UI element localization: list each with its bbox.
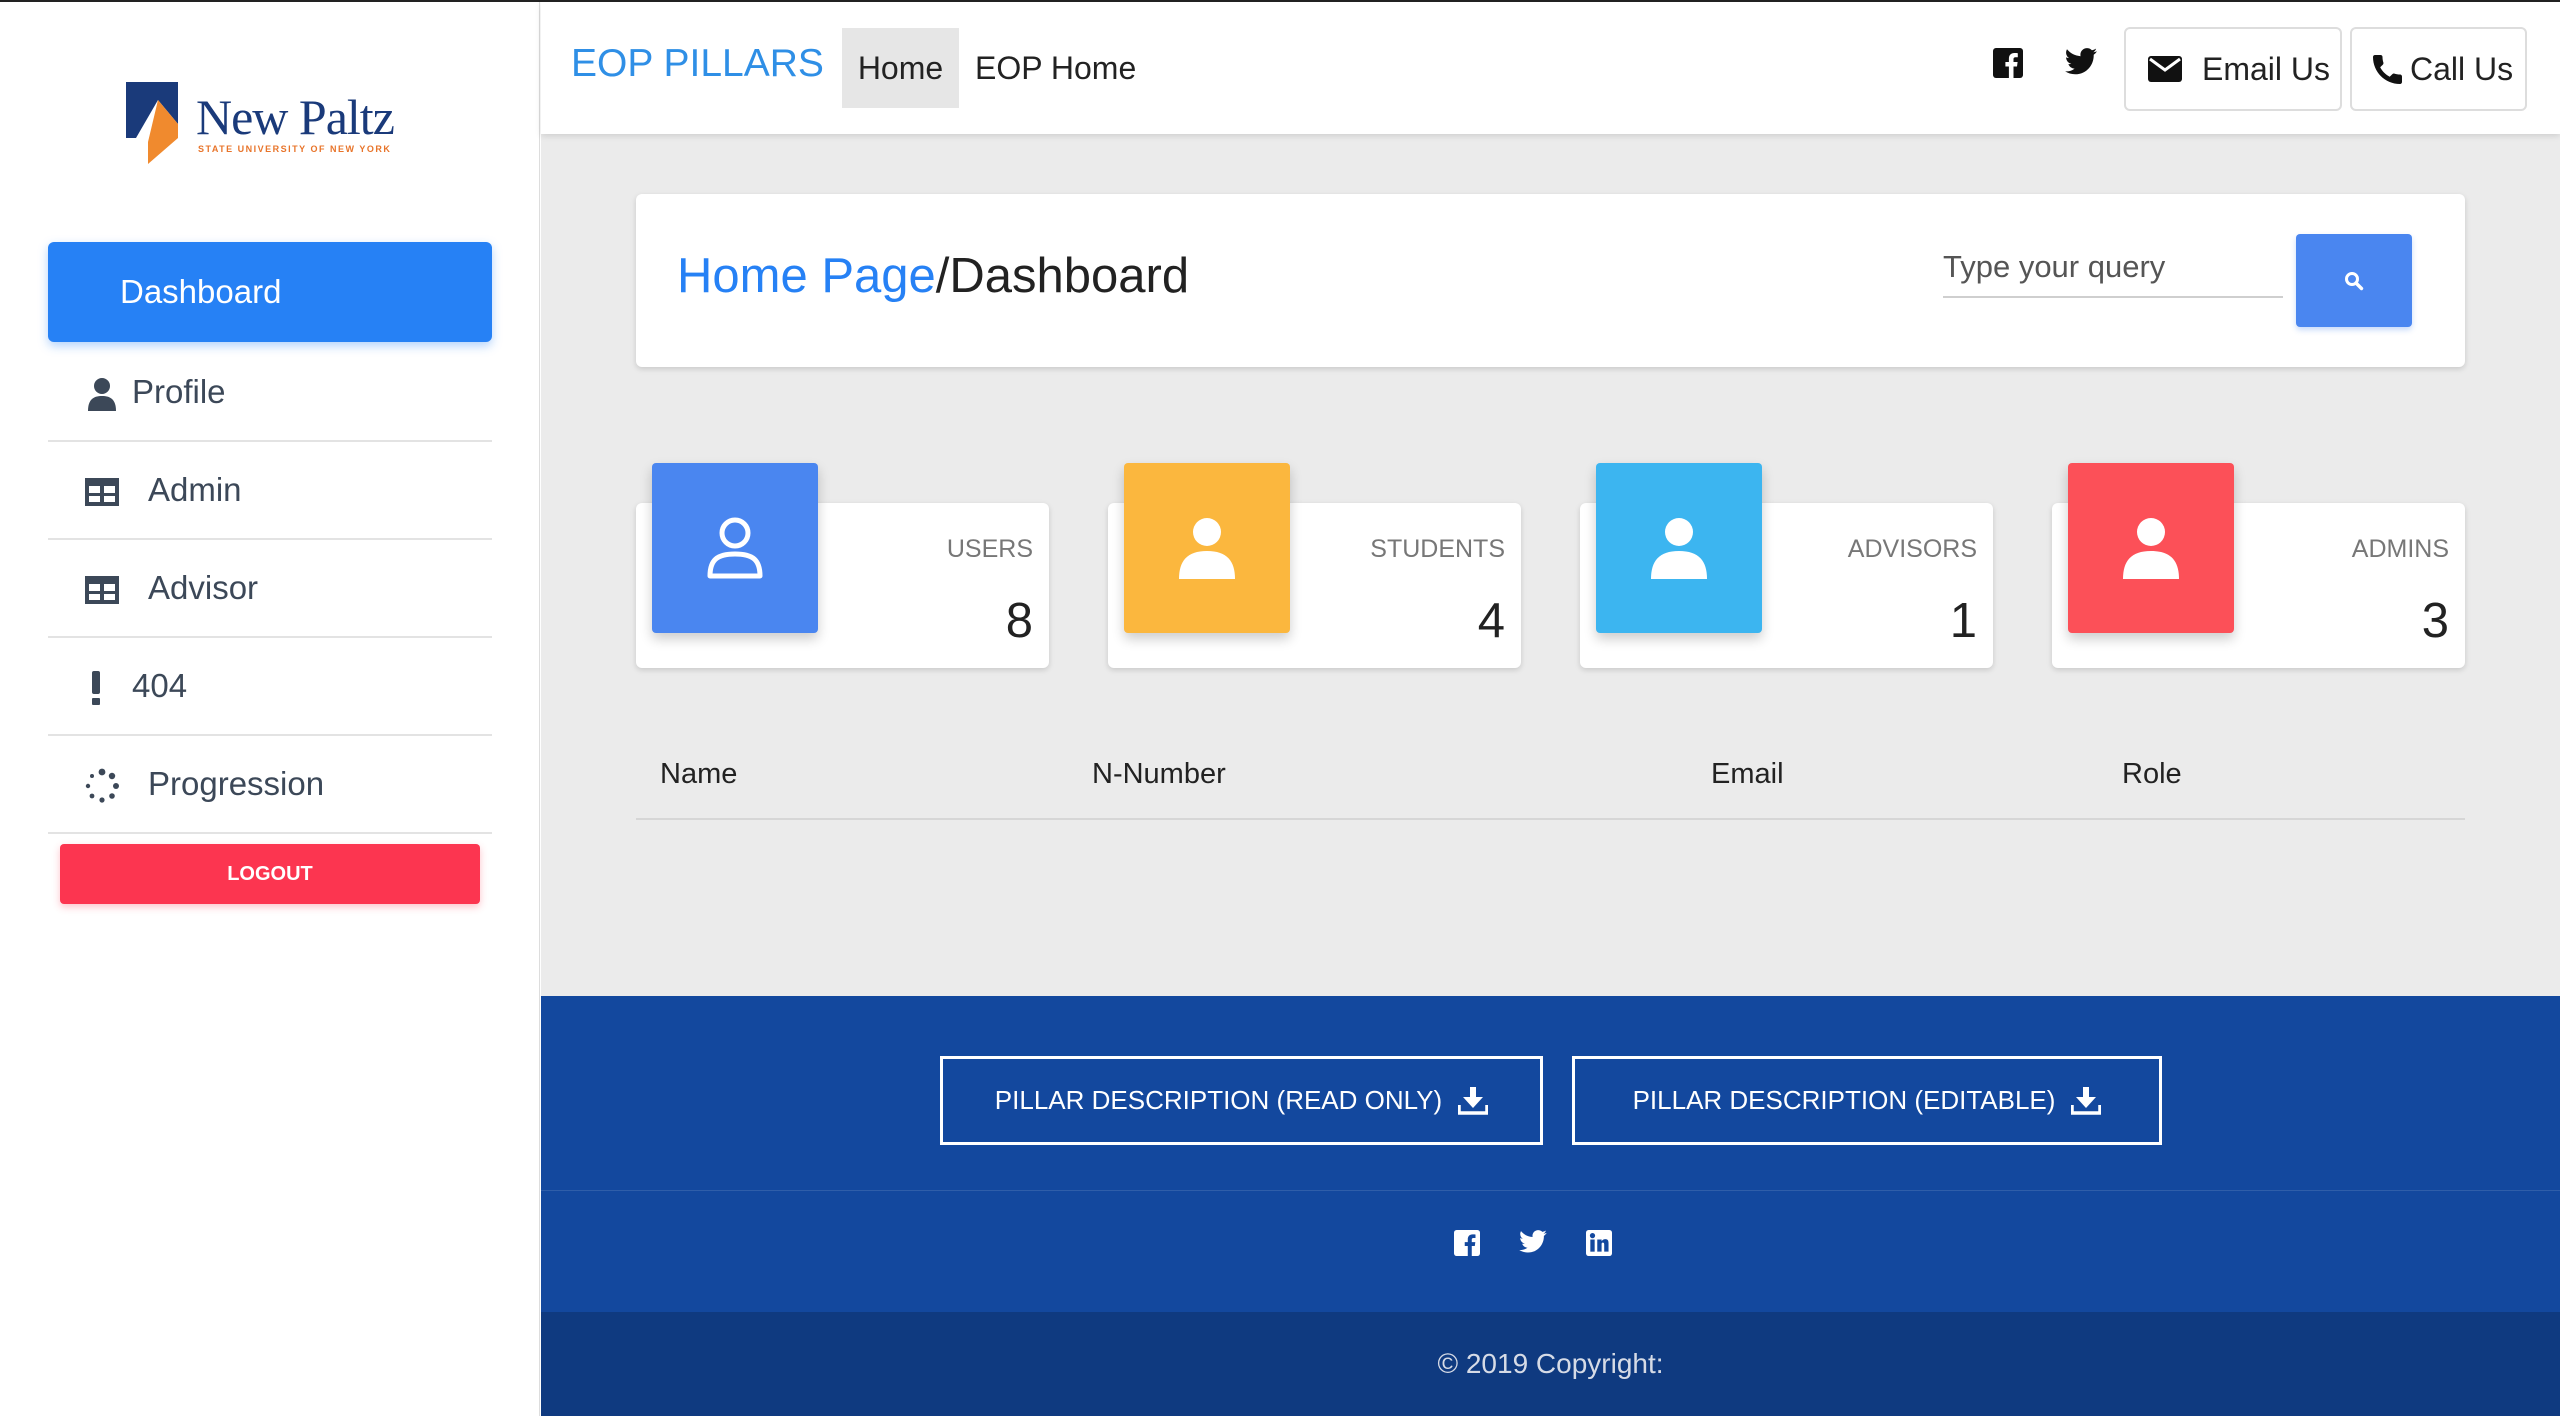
- button-label: PILLAR DESCRIPTION (EDITABLE): [1632, 1085, 2056, 1115]
- stat-label: USERS: [946, 535, 1033, 563]
- twitter-icon[interactable]: [1519, 1230, 1547, 1258]
- person-icon: [84, 376, 120, 412]
- breadcrumb: Home Page/Dashboard: [677, 248, 1189, 304]
- sidebar-item-404[interactable]: 404: [48, 638, 492, 736]
- stat-card-users[interactable]: USERS 8: [636, 463, 1049, 668]
- stat-tile-students: [1124, 463, 1290, 633]
- stat-label: ADVISORS: [1847, 535, 1977, 563]
- column-header-n-number[interactable]: N-Number: [1092, 758, 1226, 791]
- button-label: PILLAR DESCRIPTION (READ ONLY): [994, 1085, 1443, 1115]
- sidebar-item-dashboard[interactable]: Dashboard: [48, 242, 492, 342]
- logo-mark-icon: [126, 82, 178, 164]
- sidebar-item-profile[interactable]: Profile: [48, 344, 492, 442]
- footer-divider: [541, 1190, 2560, 1191]
- pillar-description-readonly-button[interactable]: PILLAR DESCRIPTION (READ ONLY): [940, 1056, 1543, 1145]
- column-header-role[interactable]: Role: [2122, 758, 2182, 791]
- download-icon: [1458, 1086, 1489, 1115]
- stat-card-admins[interactable]: ADMINS 3: [2052, 463, 2465, 668]
- facebook-icon[interactable]: [1454, 1230, 1482, 1258]
- search-icon: [2345, 271, 2364, 290]
- stat-tile-admins: [2068, 463, 2234, 633]
- stat-card-advisors[interactable]: ADVISORS 1: [1580, 463, 1993, 668]
- stat-value: 8: [1005, 594, 1033, 648]
- users-table-header: Name N-Number Email Role: [636, 730, 2465, 820]
- download-icon: [2071, 1086, 2102, 1115]
- tab-home[interactable]: Home: [842, 28, 959, 108]
- stat-card-students[interactable]: STUDENTS 4: [1108, 463, 1521, 668]
- call-us-button[interactable]: Call Us: [2350, 27, 2527, 111]
- footer: PILLAR DESCRIPTION (READ ONLY) PILLAR DE…: [541, 996, 2560, 1416]
- stat-label: ADMINS: [2351, 535, 2449, 563]
- column-header-name[interactable]: Name: [660, 758, 737, 791]
- phone-icon: [2373, 55, 2402, 84]
- user-icon: [1179, 518, 1235, 579]
- copyright-text: © 2019 Copyright:: [1437, 1348, 1664, 1379]
- envelope-icon: [2148, 56, 2182, 82]
- search-input[interactable]: [1943, 238, 2283, 298]
- sidebar-item-label: Profile: [132, 373, 226, 410]
- spinner-icon: [84, 768, 120, 804]
- sidebar-item-advisor[interactable]: Advisor: [48, 540, 492, 638]
- breadcrumb-home-link[interactable]: Home Page: [677, 249, 936, 303]
- tab-eop-home[interactable]: EOP Home: [975, 28, 1136, 108]
- sidebar-item-label: Admin: [148, 471, 242, 508]
- stat-value: 1: [1949, 594, 1977, 648]
- sidebar-item-progression[interactable]: Progression: [48, 736, 492, 834]
- stat-tile-users: [652, 463, 818, 633]
- stat-tile-advisors: [1596, 463, 1762, 633]
- table-icon: [84, 474, 120, 510]
- table-icon: [84, 572, 120, 608]
- email-us-label: Email Us: [2202, 50, 2331, 87]
- sidebar-item-label: Dashboard: [120, 273, 282, 310]
- email-us-button[interactable]: Email Us: [2124, 27, 2342, 111]
- footer-copyright-bar: © 2019 Copyright:: [541, 1312, 2560, 1416]
- linkedin-icon[interactable]: [1586, 1230, 1614, 1258]
- logout-button[interactable]: LOGOUT: [60, 844, 480, 904]
- call-us-label: Call Us: [2410, 50, 2514, 87]
- main-content: Home Page/Dashboard USERS 8 STUDENTS 4 A…: [541, 134, 2560, 996]
- user-outline-icon: [707, 517, 763, 579]
- search-button[interactable]: [2296, 234, 2412, 327]
- page-header-card: Home Page/Dashboard: [636, 194, 2465, 367]
- user-icon: [1651, 518, 1707, 579]
- stat-label: STUDENTS: [1370, 535, 1505, 563]
- column-header-email[interactable]: Email: [1711, 758, 1784, 791]
- brand-title[interactable]: EOP PILLARS: [571, 42, 824, 86]
- sidebar-item-label: Advisor: [148, 569, 259, 606]
- breadcrumb-current: /Dashboard: [935, 249, 1190, 303]
- sidebar-item-admin[interactable]: Admin: [48, 442, 492, 540]
- new-paltz-logo[interactable]: New Paltz STATE UNIVERSITY OF NEW YORK: [126, 82, 416, 164]
- top-navbar: EOP PILLARS Home EOP Home Email Us Call …: [541, 2, 2560, 134]
- stat-value: 3: [2421, 594, 2449, 648]
- logo-subtext: STATE UNIVERSITY OF NEW YORK: [198, 144, 392, 154]
- facebook-icon[interactable]: [1993, 48, 2023, 78]
- pillar-description-editable-button[interactable]: PILLAR DESCRIPTION (EDITABLE): [1572, 1056, 2162, 1145]
- sidebar-item-label: 404: [132, 667, 188, 704]
- sidebar-item-label: Progression: [148, 765, 325, 802]
- exclamation-icon: [78, 670, 114, 706]
- sidebar: New Paltz STATE UNIVERSITY OF NEW YORK D…: [0, 2, 540, 1416]
- twitter-icon[interactable]: [2065, 48, 2097, 78]
- user-icon: [2123, 518, 2179, 579]
- logo-text: New Paltz: [196, 89, 395, 145]
- stat-value: 4: [1477, 594, 1505, 648]
